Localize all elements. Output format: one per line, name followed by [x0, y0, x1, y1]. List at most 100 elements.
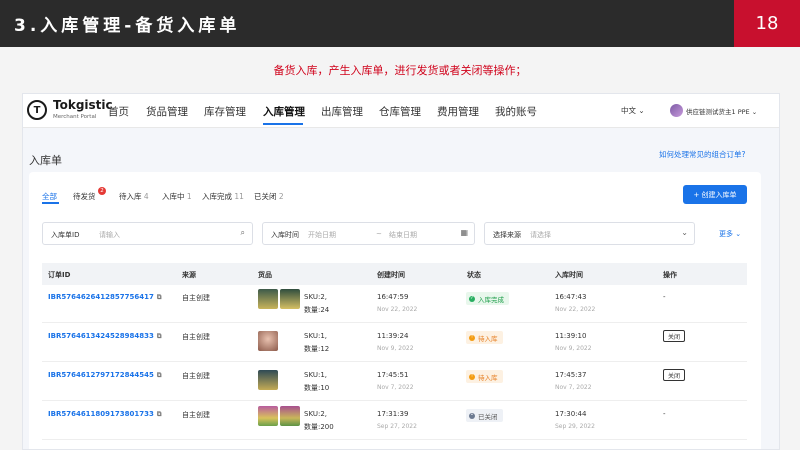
table-row: IBR5764613424528984833 ⧉ 自主创建 SKU:1, 数量:1…: [42, 324, 747, 362]
quantity: 数量:12: [304, 345, 330, 353]
tab-label: 入库完成: [202, 192, 232, 201]
tab-all[interactable]: 全部: [42, 191, 57, 202]
order-id-link[interactable]: IBR5764612797172844545 ⧉: [48, 371, 162, 380]
start-date-input[interactable]: 开始日期: [308, 230, 336, 240]
inbound-time: 17:30:44: [555, 410, 587, 418]
help-link[interactable]: 如何处理常见的组合订单?: [659, 149, 745, 160]
copy-icon[interactable]: ⧉: [157, 371, 162, 379]
col-status: 状态: [467, 271, 481, 279]
check-icon: ✓: [469, 295, 475, 302]
source-cell: 自主创建: [182, 411, 210, 419]
slide-subtitle: 备货入库，产生入库单，进行发货或者关闭等操作；: [273, 64, 527, 77]
date-range-filter[interactable]: 入库时间 开始日期 ~ 结束日期 ▦: [262, 222, 475, 245]
inbound-date: Nov 22, 2022: [555, 306, 596, 313]
tab-inbounding[interactable]: 入库中 1: [162, 191, 192, 202]
table-header: 订单ID 来源 货品 创建时间 状态 入库时间 操作: [42, 263, 747, 285]
no-action: -: [663, 410, 666, 418]
source-cell: 自主创建: [182, 294, 210, 302]
inbound-date: Nov 9, 2022: [555, 345, 592, 352]
language-select[interactable]: 中文 ⌄: [621, 105, 645, 116]
status-text: 待入库: [478, 334, 498, 343]
inbound-time: 11:39:10: [555, 332, 587, 340]
nav-home[interactable]: 首页: [108, 104, 129, 119]
created-time: 17:31:39: [377, 410, 409, 418]
created-date: Sep 27, 2022: [377, 423, 417, 430]
tab-closed[interactable]: 已关闭 2: [254, 191, 284, 202]
nav-outbound[interactable]: 出库管理: [321, 104, 363, 119]
sku-count: SKU:2,: [304, 293, 328, 301]
tab-count: 2: [278, 192, 284, 201]
source-select[interactable]: 选择来源 请选择 ⌄: [484, 222, 695, 245]
tab-label: 待入库: [119, 192, 142, 201]
nav-fees[interactable]: 费用管理: [437, 104, 479, 119]
sku-count: SKU:1,: [304, 332, 328, 340]
create-inbound-button[interactable]: + 创建入库单: [683, 185, 747, 204]
filter-label: 入库单ID: [51, 231, 80, 239]
col-created-time: 创建时间: [377, 271, 405, 279]
created-time: 16:47:59: [377, 293, 409, 301]
quantity: 数量:24: [304, 306, 330, 314]
chevron-down-icon: ⌄: [681, 228, 688, 237]
status-badge: ✓ 入库完成: [466, 292, 509, 305]
created-date: Nov 22, 2022: [377, 306, 418, 313]
order-id-text: IBR5764613424528984833: [48, 332, 154, 340]
order-id-link[interactable]: IBR5764611809173801733 ⧉: [48, 410, 162, 419]
user-menu[interactable]: 供应链测试货主1 PPE ⌄: [686, 106, 757, 116]
table-row: IBR5764626412857756417 ⧉ 自主创建 SKU:2, 数量:2…: [42, 285, 747, 323]
search-icon[interactable]: ⌕: [241, 228, 245, 238]
close-order-button[interactable]: 关闭: [663, 369, 686, 381]
inbound-date: Sep 29, 2022: [555, 423, 595, 430]
calendar-icon[interactable]: ▦: [460, 228, 468, 237]
col-actions: 操作: [663, 271, 677, 279]
status-text: 入库完成: [478, 295, 504, 304]
copy-icon[interactable]: ⧉: [157, 293, 162, 301]
created-time: 11:39:24: [377, 332, 409, 340]
nav-account[interactable]: 我的账号: [495, 104, 537, 119]
sku-count: SKU:1,: [304, 371, 328, 379]
order-id-input[interactable]: 请输入: [99, 230, 120, 240]
order-id-link[interactable]: IBR5764626412857756417 ⧉: [48, 293, 162, 302]
product-thumbnail: [280, 406, 300, 426]
end-date-input[interactable]: 结束日期: [389, 230, 417, 240]
source-placeholder: 请选择: [530, 231, 551, 239]
created-time: 17:45:51: [377, 371, 409, 379]
tokgistic-logo-icon[interactable]: T: [27, 100, 47, 120]
status-text: 已关闭: [478, 412, 498, 421]
nav-goods[interactable]: 货品管理: [146, 104, 188, 119]
main-card: 全部 待发货 2 待入库 4 入库中 1 入库完成 11 已关闭 2 + 创建入…: [29, 172, 761, 449]
nav-inventory[interactable]: 库存管理: [204, 104, 246, 119]
status-badge: ! 待入库: [466, 370, 503, 383]
copy-icon[interactable]: ⧉: [157, 332, 162, 340]
source-cell: 自主创建: [182, 333, 210, 341]
order-id-text: IBR5764611809173801733: [48, 410, 154, 418]
chevron-down-icon: ⌄: [638, 106, 645, 115]
status-badge: • 已关闭: [466, 409, 503, 422]
avatar[interactable]: [670, 104, 683, 117]
filter-label: 选择来源: [493, 231, 521, 239]
inbound-date: Nov 7, 2022: [555, 384, 592, 391]
nav-warehouse[interactable]: 仓库管理: [379, 104, 421, 119]
user-name: 供应链测试货主1 PPE: [686, 108, 750, 116]
created-date: Nov 9, 2022: [377, 345, 414, 352]
tab-pending-shipment[interactable]: 待发货: [73, 191, 96, 202]
tab-pending-inbound[interactable]: 待入库 4: [119, 191, 149, 202]
logo-name: Tokgistic: [53, 98, 113, 112]
product-thumbnail: [258, 331, 278, 351]
tab-label: 待发货: [73, 192, 96, 201]
order-id-filter[interactable]: 入库单ID 请输入 ⌕: [42, 222, 253, 245]
order-id-text: IBR5764626412857756417: [48, 293, 154, 301]
clock-icon: !: [469, 334, 475, 341]
more-filters-button[interactable]: 更多 ⌄: [719, 229, 741, 239]
close-order-button[interactable]: 关闭: [663, 330, 686, 342]
tab-completed[interactable]: 入库完成 11: [202, 191, 244, 202]
more-label: 更多: [719, 230, 733, 238]
tab-label: 入库中: [162, 192, 185, 201]
col-goods: 货品: [258, 271, 272, 279]
table-row: IBR5764611809173801733 ⧉ 自主创建 SKU:2, 数量:2…: [42, 402, 747, 440]
nav-inbound[interactable]: 入库管理: [263, 104, 305, 119]
slide-page-number: 18: [734, 0, 800, 47]
order-id-link[interactable]: IBR5764613424528984833 ⧉: [48, 332, 162, 341]
copy-icon[interactable]: ⧉: [157, 410, 162, 418]
source-cell: 自主创建: [182, 372, 210, 380]
range-separator: ~: [376, 230, 382, 238]
